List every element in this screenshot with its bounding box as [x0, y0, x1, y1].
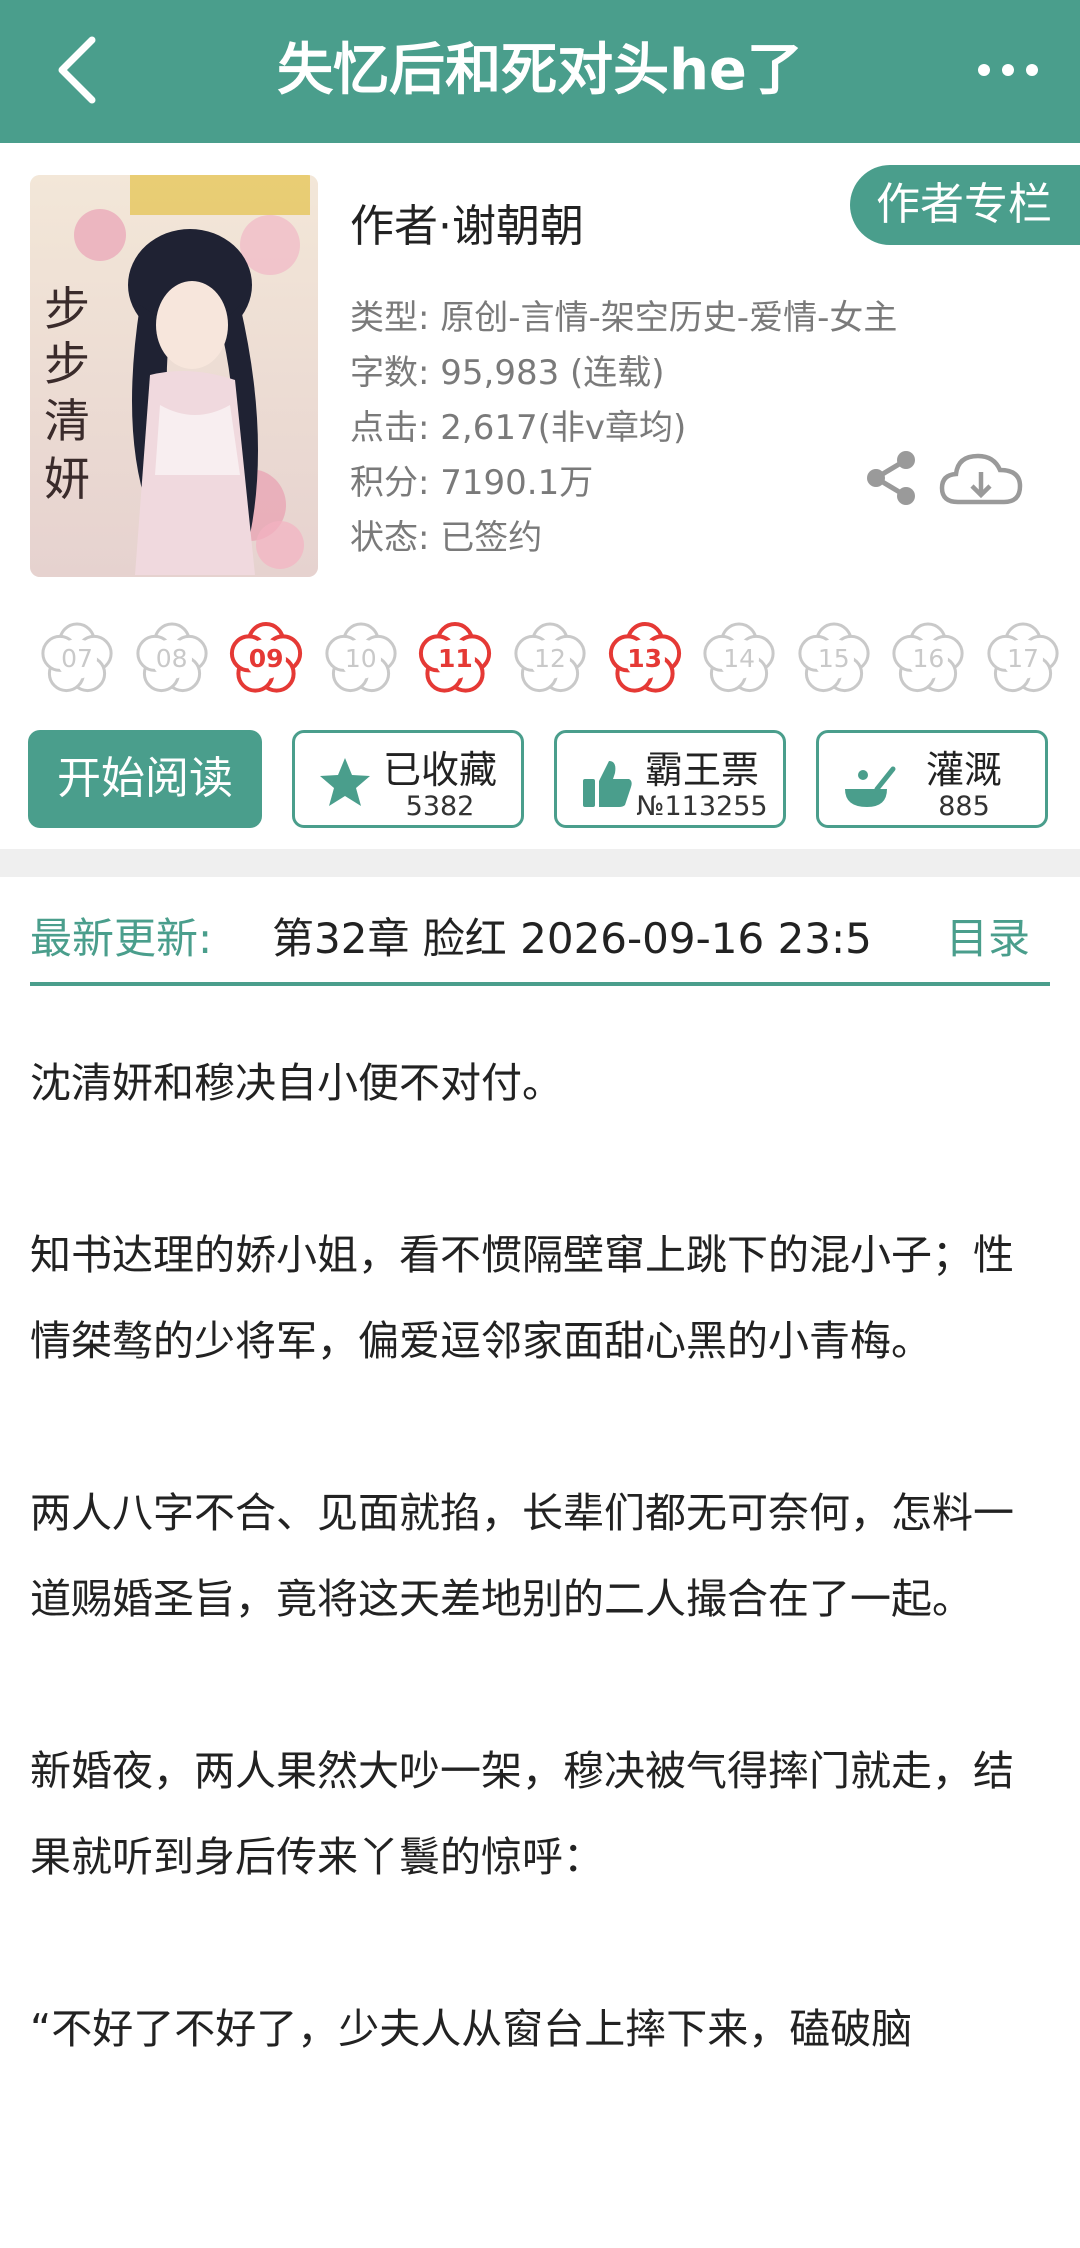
flower-number: 16	[912, 644, 945, 673]
author-name[interactable]: 作者·谢朝朝	[350, 190, 584, 254]
synopsis-paragraph: 两人八字不合、见面就掐，长辈们都无可奈何，怎料一道赐婚圣旨，竟将这天差地别的二人…	[30, 1489, 1014, 1623]
flower-icon[interactable]: 17	[982, 618, 1060, 700]
flower-icon[interactable]: 11	[414, 618, 496, 700]
flower-icon[interactable]: 16	[887, 618, 969, 700]
more-dots-icon[interactable]	[972, 40, 1044, 100]
book-score: 积分: 7190.1万	[350, 463, 594, 503]
flower-number: 07	[61, 644, 93, 673]
flower-icon[interactable]: 15	[793, 618, 875, 700]
synopsis: 沈清妍和穆决自小便不对付。 知书达理的娇小姐，看不惯隔壁窜上跳下的混小子；性情桀…	[30, 1040, 1050, 2158]
favorite-count: 5382	[405, 791, 475, 822]
flower-number: 11	[437, 644, 473, 673]
author-column-button[interactable]: 作者专栏	[850, 165, 1080, 245]
latest-chapter-link[interactable]: 第32章 脸红 2026-09-16 23:5	[272, 905, 900, 961]
flower-number: 08	[155, 644, 188, 673]
book-clicks: 点击: 2,617(非v章均)	[350, 408, 687, 448]
synopsis-paragraph: “不好了不好了，少夫人从窗台上摔下来，磕破脑	[30, 2005, 913, 2053]
top-bar: 失忆后和死对头he了	[0, 0, 1080, 143]
flower-number: 10	[344, 644, 377, 673]
synopsis-paragraph: 新婚夜，两人果然大吵一架，穆决被气得摔门就走，结果就听到身后传来丫鬟的惊呼：	[30, 1747, 1014, 1881]
divider	[30, 982, 1050, 986]
water-label: 灌溉	[925, 748, 1002, 792]
table-of-contents-button[interactable]: 目录	[946, 905, 1030, 966]
page-title: 失忆后和死对头he了	[277, 38, 803, 103]
svg-text:步: 步	[44, 337, 90, 391]
flower-rating-row[interactable]: 07 08 09 10 11 12 13 14 15 16 17	[36, 618, 1060, 702]
latest-update-label: 最新更新:	[30, 914, 213, 963]
start-reading-button[interactable]: 开始阅读	[28, 730, 262, 828]
flower-icon[interactable]: 09	[225, 618, 307, 700]
ticket-count: №113255	[636, 791, 768, 822]
book-status: 状态: 已签约	[350, 518, 543, 558]
svg-text:妍: 妍	[44, 452, 90, 506]
book-cover-image[interactable]: 步 步 清 妍	[30, 175, 318, 577]
water-button[interactable]: 灌溉 885	[816, 730, 1048, 828]
flower-icon[interactable]: 12	[509, 618, 591, 700]
cloud-download-icon[interactable]	[938, 448, 1024, 510]
share-icon[interactable]	[862, 448, 922, 508]
flower-number: 13	[627, 644, 662, 673]
flower-icon[interactable]: 08	[131, 618, 213, 700]
svg-text:步: 步	[44, 282, 90, 336]
flower-number: 17	[1007, 644, 1039, 673]
flower-icon[interactable]: 13	[604, 618, 686, 700]
synopsis-paragraph: 沈清妍和穆决自小便不对付。	[30, 1059, 563, 1107]
flower-number: 15	[817, 644, 850, 673]
flower-number: 12	[534, 644, 566, 673]
flower-icon[interactable]: 14	[698, 618, 780, 700]
book-word-count: 字数: 95,983 (连载)	[350, 353, 665, 393]
favorite-label: 已收藏	[382, 748, 497, 792]
svg-text:清: 清	[44, 394, 90, 448]
ticket-button[interactable]: 霸王票 №113255	[554, 730, 786, 828]
water-count: 885	[938, 791, 990, 822]
synopsis-paragraph: 知书达理的娇小姐，看不惯隔壁窜上跳下的混小子；性情桀骜的少将军，偏爱逗邻家面甜心…	[30, 1231, 1014, 1365]
flower-number: 09	[248, 644, 284, 673]
divider	[0, 849, 1080, 877]
book-genre: 类型: 原创-言情-架空历史-爱情-女主	[350, 298, 898, 338]
chevron-left-icon[interactable]	[48, 30, 118, 110]
ticket-label: 霸王票	[644, 748, 759, 792]
flower-icon[interactable]: 10	[320, 618, 402, 700]
flower-number: 14	[723, 644, 756, 673]
favorite-button[interactable]: 已收藏 5382	[292, 730, 524, 828]
flower-icon[interactable]: 07	[36, 618, 118, 700]
